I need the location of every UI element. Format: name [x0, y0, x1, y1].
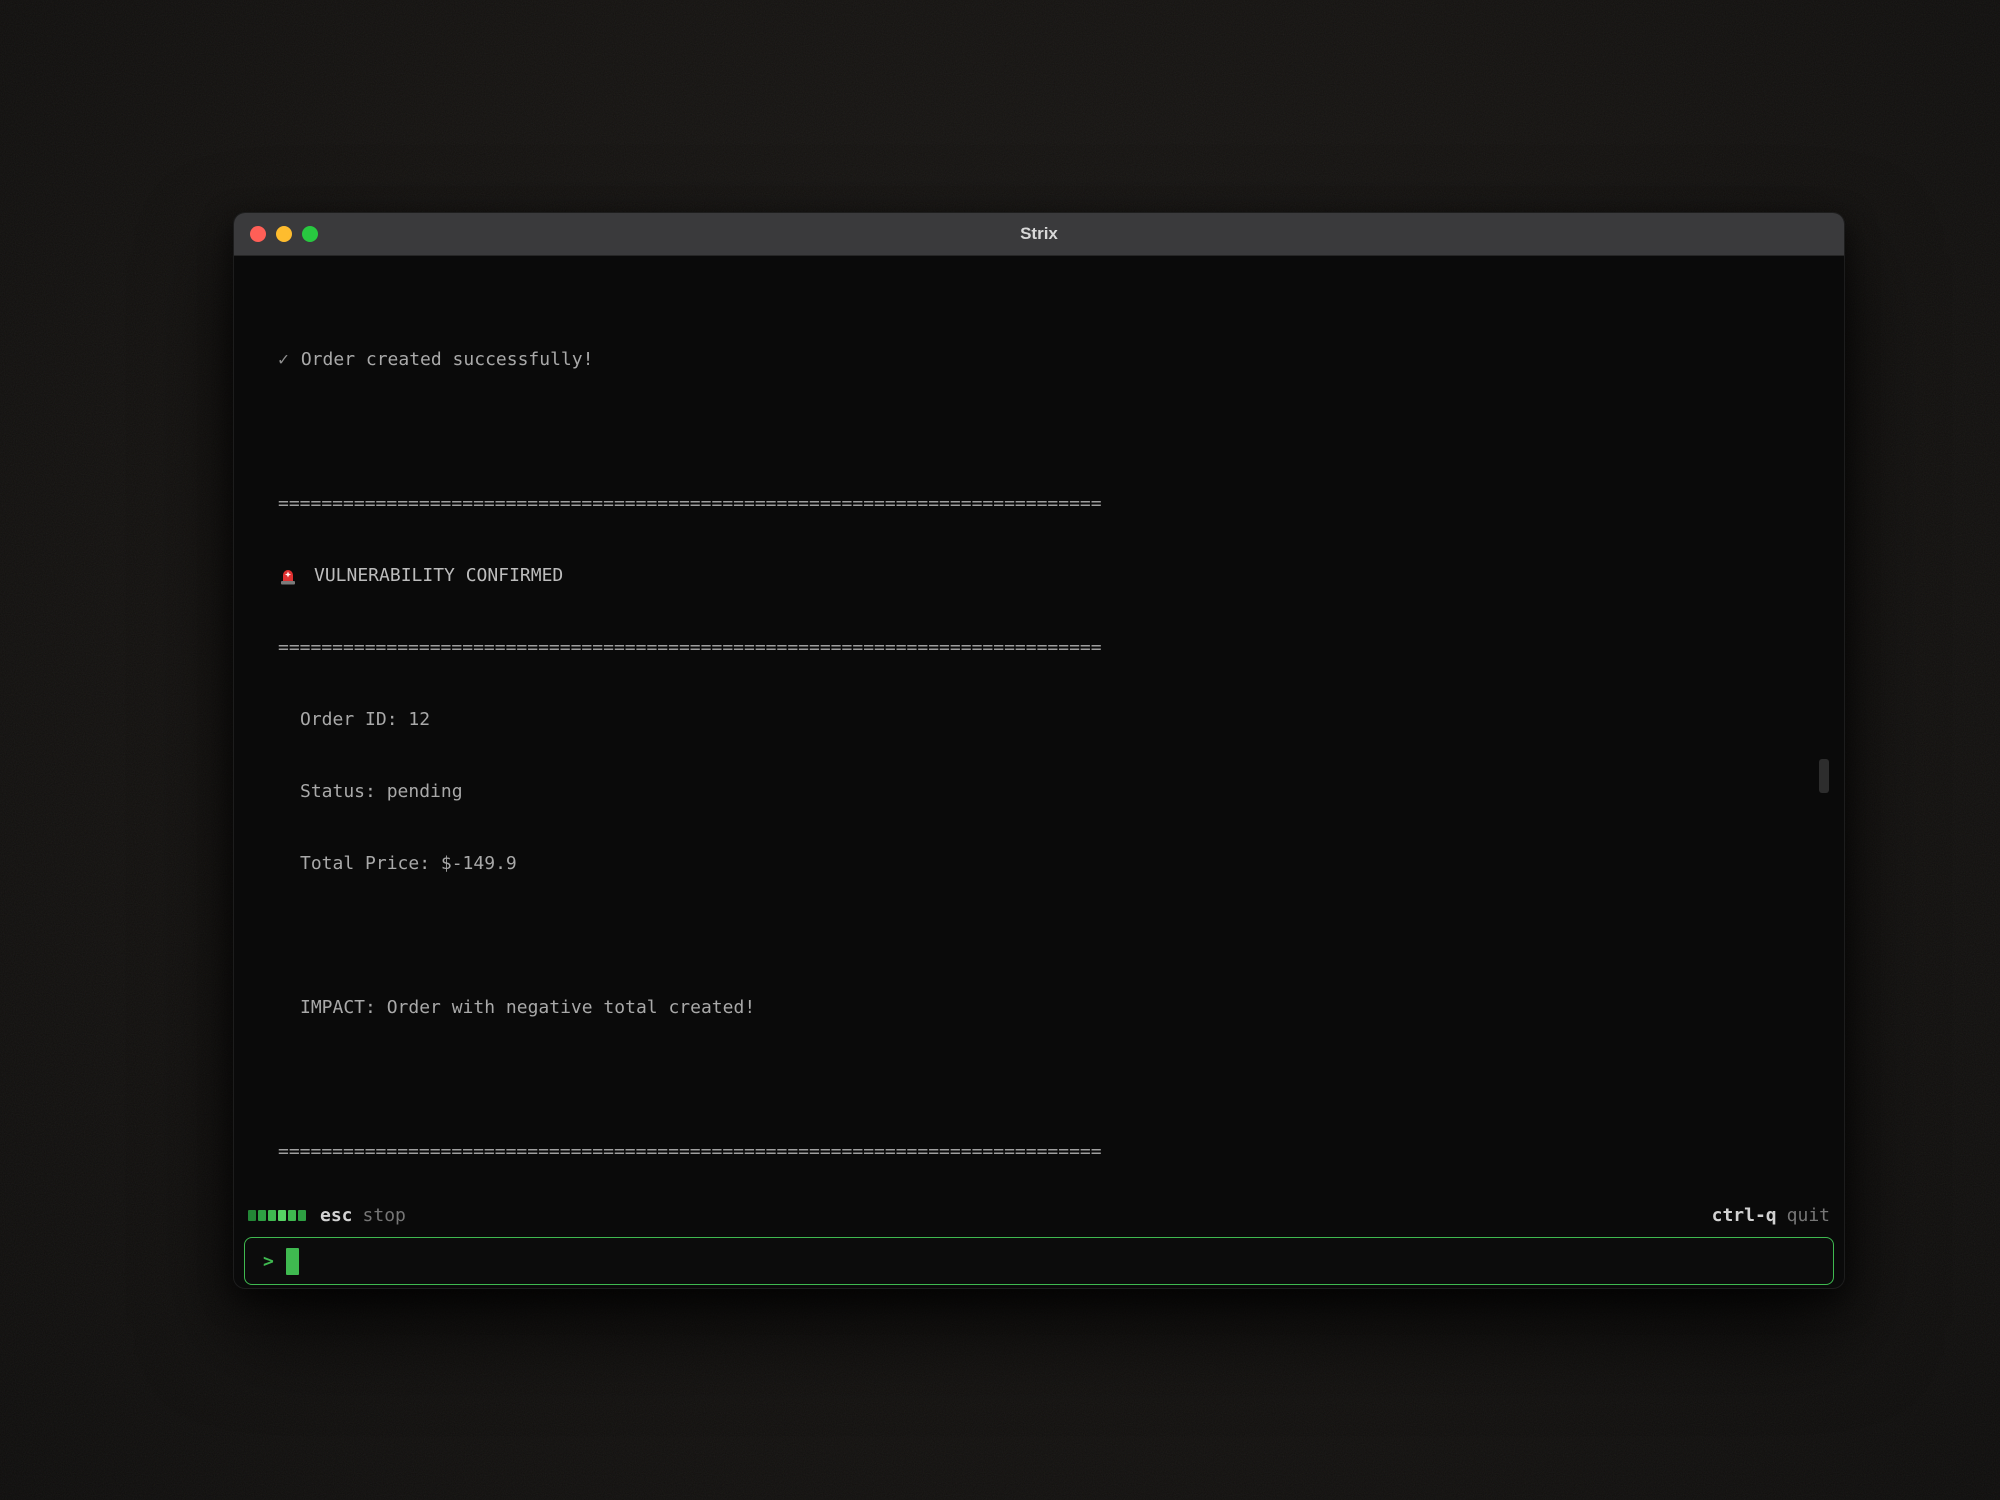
status-bar: esc stop ctrl-q quit — [234, 1194, 1844, 1237]
impact-line: IMPACT: Order with negative total create… — [234, 996, 1844, 1020]
spinner-block — [268, 1210, 276, 1221]
title-bar: Strix — [234, 213, 1844, 256]
spinner-block — [258, 1210, 266, 1221]
order-id-line: Order ID: 12 — [234, 708, 1844, 732]
terminal-output: ✓ Order created successfully! ===========… — [234, 256, 1844, 1194]
divider-line: ========================================… — [234, 492, 1844, 516]
esc-key-hint: esc — [320, 1205, 353, 1226]
total-price-line: Total Price: $-149.9 — [234, 852, 1844, 876]
check-icon: ✓ — [278, 349, 289, 370]
spinner-block — [248, 1210, 256, 1221]
esc-action-label: stop — [363, 1205, 406, 1226]
quit-action-label: quit — [1787, 1205, 1830, 1226]
quit-key-hint: ctrl-q — [1712, 1205, 1777, 1226]
prompt-chevron: > — [263, 1251, 274, 1272]
spinner-block — [278, 1210, 286, 1221]
divider-line: ========================================… — [234, 1140, 1844, 1164]
order-created-line: ✓ Order created successfully! — [234, 348, 1844, 372]
vulnerability-banner: VULNERABILITY CONFIRMED — [234, 564, 1844, 588]
banner-title: VULNERABILITY CONFIRMED — [314, 564, 563, 588]
scrollbar-thumb[interactable] — [1819, 759, 1829, 793]
command-input[interactable]: > — [244, 1237, 1834, 1285]
divider-line: ========================================… — [234, 636, 1844, 660]
status-line: Status: pending — [234, 780, 1844, 804]
activity-spinner-icon — [248, 1210, 306, 1221]
spinner-block — [288, 1210, 296, 1221]
window-title: Strix — [234, 224, 1844, 244]
siren-icon — [278, 566, 298, 586]
terminal-window: Strix ✓ Order created successfully! =====… — [233, 212, 1845, 1289]
order-created-text: Order created successfully! — [301, 349, 594, 370]
text-cursor — [286, 1248, 299, 1275]
spinner-block — [298, 1210, 306, 1221]
